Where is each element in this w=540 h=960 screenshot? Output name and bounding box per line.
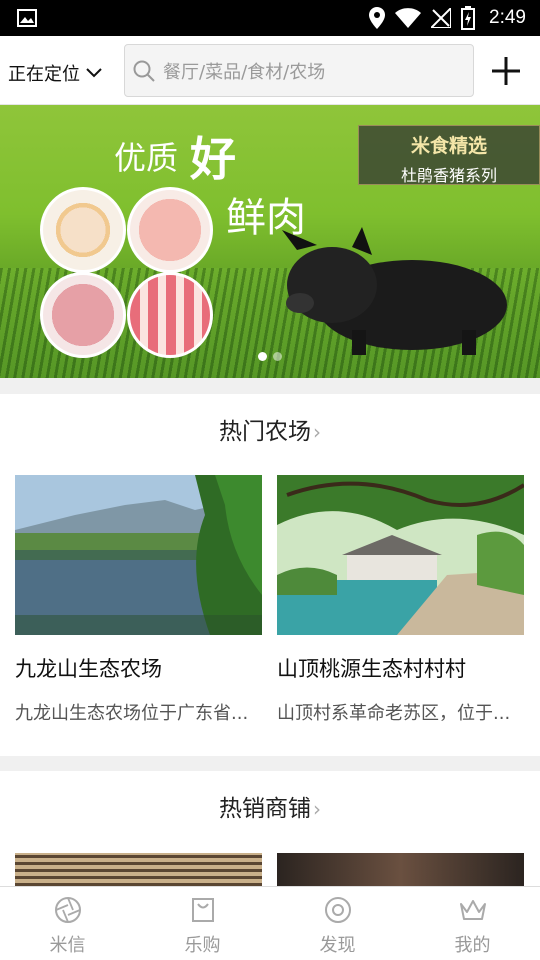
hot-farms-section: 热门农场 › 九龙山生态农场 九龙山生态农场位于广东省... 山顶桃源生态村村村…: [0, 394, 540, 756]
chevron-right-icon: ›: [313, 420, 321, 444]
banner-tag-title: 米食精选: [410, 135, 487, 157]
tab-discover[interactable]: 发现: [270, 887, 405, 960]
farm-description: 九龙山生态农场位于广东省...: [15, 703, 249, 724]
farm-card[interactable]: 九龙山生态农场 九龙山生态农场位于广东省...: [15, 475, 262, 725]
farm-photo: [277, 475, 524, 635]
add-button[interactable]: [490, 55, 522, 87]
aperture-icon: [54, 897, 81, 923]
tab-mixin[interactable]: 米信: [0, 887, 135, 960]
banner-headline-2: 好: [190, 132, 236, 186]
promo-banner[interactable]: 优质 好 鲜肉 米食精选 杜鹃香猪系列: [0, 105, 540, 378]
hot-shops-title-text: 热销商铺: [219, 796, 311, 822]
tab-label: 乐购: [184, 935, 221, 956]
chevron-right-icon: ›: [313, 797, 321, 821]
gallery-notification-icon: [17, 9, 37, 27]
carousel-dot: [273, 352, 282, 361]
no-signal-icon: [431, 8, 452, 28]
carousel-indicator: [258, 352, 282, 361]
chevron-down-icon: [86, 68, 102, 78]
search-placeholder: 餐厅/菜品/食材/农场: [163, 61, 326, 83]
black-pig-image: [282, 227, 507, 355]
discover-icon: [324, 897, 351, 923]
top-header: 正在定位 餐厅/菜品/食材/农场: [0, 36, 540, 105]
hot-shops-title[interactable]: 热销商铺 ›: [0, 789, 540, 823]
hot-shops-section: 热销商铺 ›: [0, 771, 540, 891]
farm-description: 山顶村系革命老苏区，位于...: [277, 703, 511, 724]
tab-label: 发现: [319, 935, 356, 956]
tab-label: 我的: [454, 935, 491, 956]
banner-headline-1: 优质: [114, 139, 179, 177]
farm-name: 山顶桃源生态村村村: [277, 657, 466, 681]
meat-photo-4: [127, 272, 213, 358]
tab-mine[interactable]: 我的: [405, 887, 540, 960]
wifi-icon: [395, 8, 422, 28]
location-label: 正在定位: [8, 64, 80, 85]
meat-photo-3: [40, 272, 126, 358]
farm-card[interactable]: 山顶桃源生态村村村 山顶村系革命老苏区，位于...: [277, 475, 524, 725]
crown-icon: [459, 900, 486, 920]
shopping-bag-icon: [191, 898, 214, 922]
banner-tag: 米食精选 杜鹃香猪系列: [358, 125, 540, 185]
search-input[interactable]: 餐厅/菜品/食材/农场: [124, 44, 474, 97]
meat-photo-2: [127, 187, 213, 273]
status-time: 2:49: [489, 7, 526, 28]
bottom-tab-bar: 米信 乐购 发现 我的: [0, 886, 540, 960]
battery-charging-icon: [461, 6, 476, 30]
search-icon: [133, 60, 155, 82]
tab-legou[interactable]: 乐购: [135, 887, 270, 960]
meat-photo-1: [40, 187, 126, 273]
farm-photo: [15, 475, 262, 635]
status-bar: 2:49: [0, 0, 540, 36]
hot-farms-title[interactable]: 热门农场 ›: [0, 412, 540, 446]
carousel-dot-active: [258, 352, 267, 361]
location-icon: [369, 7, 386, 29]
farm-name: 九龙山生态农场: [15, 657, 162, 681]
tab-label: 米信: [49, 935, 86, 956]
location-selector[interactable]: 正在定位: [8, 60, 102, 86]
banner-tag-subtitle: 杜鹃香猪系列: [400, 166, 497, 185]
hot-farms-title-text: 热门农场: [219, 419, 311, 445]
